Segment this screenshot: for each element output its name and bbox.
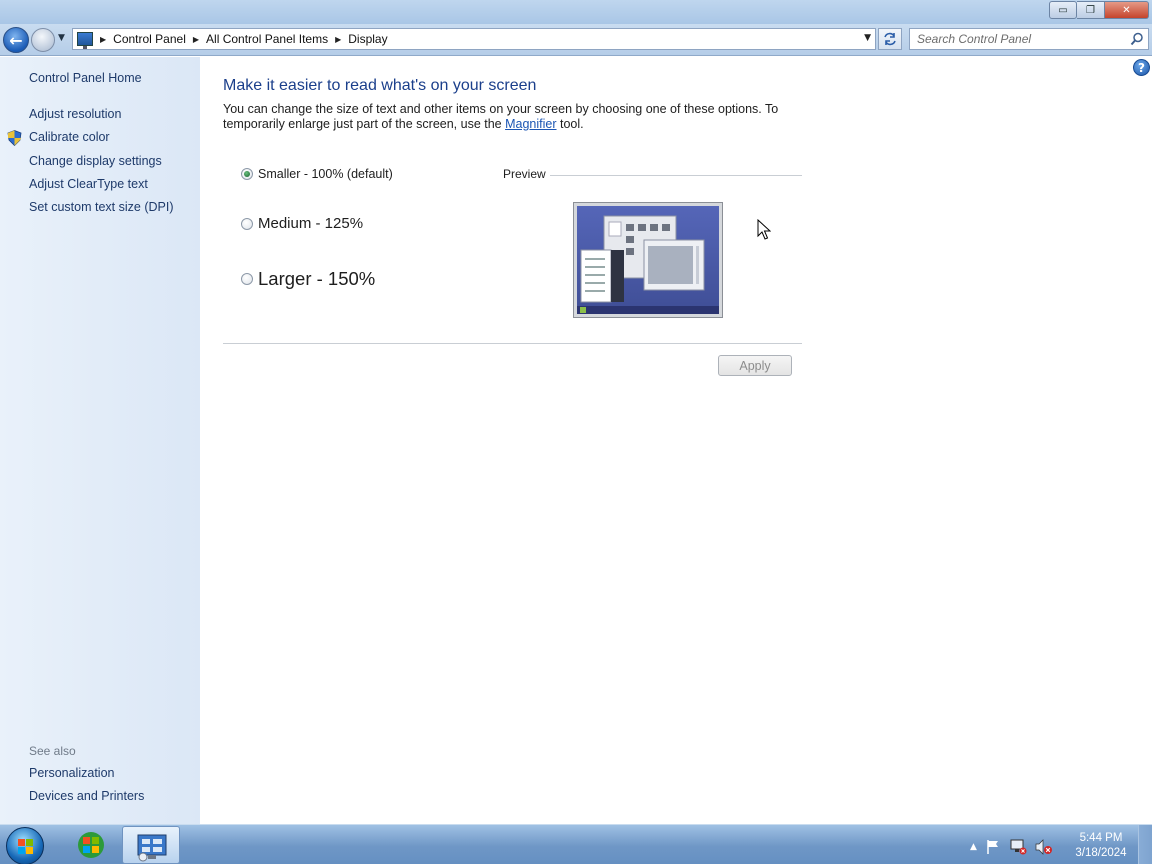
minimize-button[interactable]: ▭ [1049,1,1077,19]
preview-divider [550,175,802,176]
breadcrumb-display[interactable]: Display [348,32,387,46]
network-icon[interactable] [1009,839,1027,855]
desktop-preview-icon [577,206,719,314]
close-button[interactable]: ✕ [1105,1,1149,19]
address-dropdown-icon[interactable]: ▼ [864,33,871,43]
option-larger[interactable]: Larger - 150% [241,268,375,290]
forward-button[interactable] [31,28,55,52]
sidebar-set-custom-text-size[interactable]: Set custom text size (DPI) [29,200,173,214]
breadcrumb-all-items[interactable]: All Control Panel Items [206,32,328,46]
page-description: You can change the size of text and othe… [223,102,783,132]
search-input[interactable] [910,29,1120,49]
control-panel-taskbar-icon [137,834,167,862]
description-text: You can change the size of text and othe… [223,102,779,131]
refresh-icon [884,32,896,46]
navigation-bar: ← ▼ ▶ Control Panel ▶ All Control Panel … [0,24,1152,56]
help-icon[interactable]: ? [1133,59,1150,76]
clock[interactable]: 5:44 PM 3/18/2024 [1068,831,1134,861]
start-button[interactable] [6,827,44,864]
content-divider [223,343,802,344]
recent-pages-dropdown-icon[interactable]: ▼ [58,33,65,43]
breadcrumb-control-panel[interactable]: Control Panel [113,32,186,46]
sidebar-control-panel-home[interactable]: Control Panel Home [29,71,142,85]
address-bar[interactable]: ▶ Control Panel ▶ All Control Panel Item… [72,28,876,50]
taskbar-internet-explorer[interactable] [62,826,120,864]
preview-label: Preview [503,167,546,181]
description-text-end: tool. [556,117,584,131]
windows-logo-icon [18,839,33,854]
radio-medium[interactable] [241,217,253,230]
action-center-flag-icon[interactable] [985,839,1001,855]
show-desktop-button[interactable] [1138,825,1152,864]
radio-smaller[interactable] [241,168,253,180]
sidebar-personalization[interactable]: Personalization [29,766,114,780]
breadcrumb-separator-icon[interactable]: ▶ [193,35,199,44]
magnifier-link[interactable]: Magnifier [505,117,556,131]
back-button[interactable]: ← [3,27,29,53]
title-bar: ▭ ❐ ✕ [0,0,1152,24]
clock-date: 3/18/2024 [1075,847,1127,859]
taskbar-control-panel[interactable] [122,826,180,864]
window-controls: ▭ ❐ ✕ [1049,1,1149,19]
sidebar-adjust-resolution[interactable]: Adjust resolution [29,107,121,121]
see-also-heading: See also [29,744,76,758]
option-medium-label: Medium - 125% [258,215,364,232]
volume-muted-icon[interactable] [1035,839,1053,855]
option-smaller[interactable]: Smaller - 100% (default) [241,167,393,181]
page-title: Make it easier to read what's on your sc… [223,77,537,94]
search-box [909,28,1149,50]
restore-button[interactable]: ❐ [1077,1,1105,19]
show-hidden-icons-icon[interactable]: ▲ [970,842,977,852]
breadcrumb-separator-icon[interactable]: ▶ [335,35,341,44]
shield-icon [7,130,22,146]
sidebar-adjust-cleartype[interactable]: Adjust ClearType text [29,177,148,191]
apply-button[interactable]: Apply [718,355,792,376]
option-medium[interactable]: Medium - 125% [241,215,363,232]
mouse-cursor-icon [757,219,771,240]
preview-image [573,202,723,318]
sidebar-change-display-settings[interactable]: Change display settings [29,154,162,168]
internet-explorer-icon [78,832,104,858]
option-smaller-label: Smaller - 100% (default) [258,167,393,181]
breadcrumb-separator-icon[interactable]: ▶ [100,35,106,44]
clock-time: 5:44 PM [1079,832,1123,844]
taskbar: ▲ 5:44 PM 3/18/2024 [0,824,1152,864]
sidebar: Control Panel Home Adjust resolution Cal… [0,57,200,824]
sidebar-calibrate-color[interactable]: Calibrate color [29,130,110,144]
sidebar-devices-and-printers[interactable]: Devices and Printers [29,789,144,803]
radio-larger[interactable] [241,273,253,285]
notification-area: ▲ [970,839,1053,855]
search-icon[interactable] [1130,32,1144,46]
option-larger-label: Larger - 150% [258,268,376,289]
control-panel-icon [77,32,93,49]
refresh-button[interactable] [878,28,902,50]
